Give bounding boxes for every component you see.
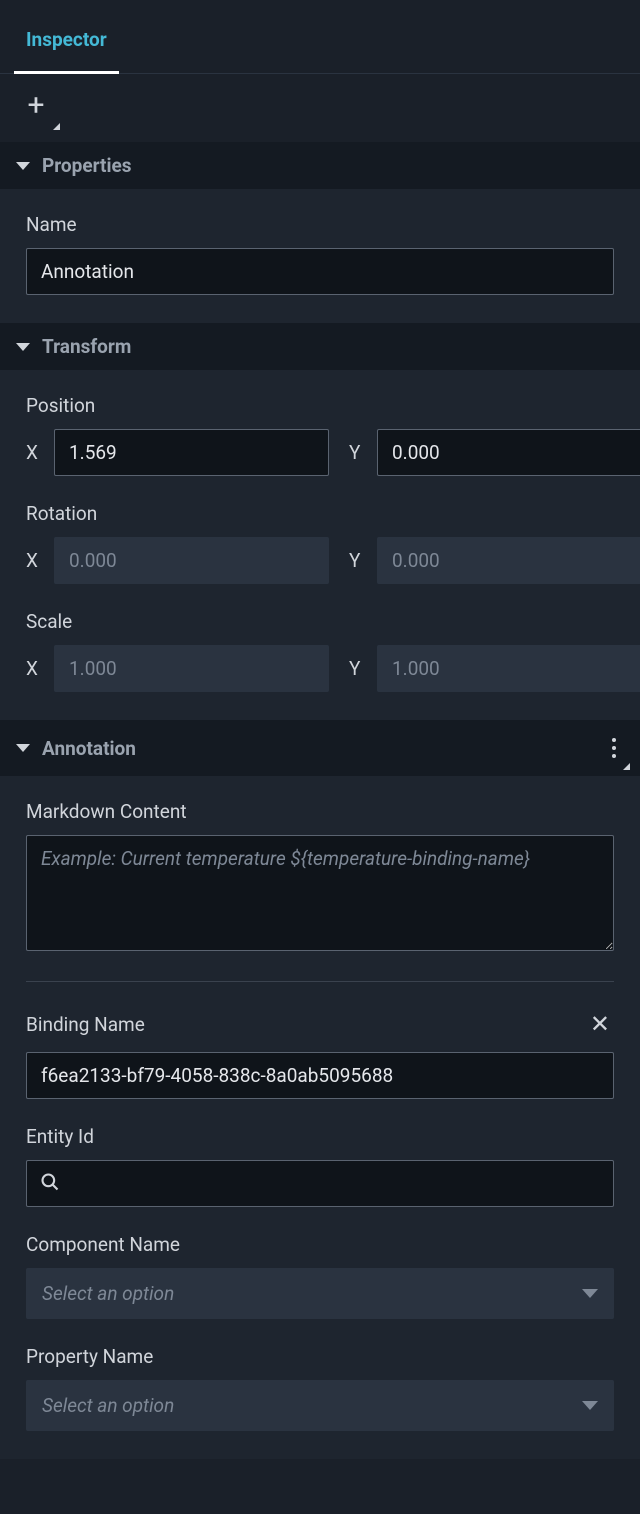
markdown-textarea[interactable]	[26, 835, 614, 951]
component-name-select[interactable]: Select an option	[26, 1268, 614, 1319]
section-title-transform: Transform	[42, 335, 131, 358]
select-placeholder: Select an option	[42, 1282, 174, 1305]
remove-binding-button[interactable]: ✕	[586, 1008, 614, 1040]
axis-y-label: Y	[349, 549, 365, 572]
entity-id-input[interactable]	[26, 1160, 614, 1207]
rotation-y-input	[377, 537, 640, 584]
name-input[interactable]	[26, 248, 614, 295]
position-y-input[interactable]	[377, 429, 640, 476]
scale-x-input	[54, 645, 329, 692]
tab-bar: Inspector	[0, 0, 640, 74]
chevron-down-icon	[582, 1289, 598, 1298]
axis-x-label: X	[26, 657, 42, 680]
axis-y-label: Y	[349, 441, 365, 464]
entity-id-search-wrap	[26, 1160, 614, 1207]
position-label: Position	[26, 394, 614, 417]
section-title-properties: Properties	[42, 154, 132, 177]
kebab-icon	[612, 754, 616, 758]
section-body-transform: Position X Y Z Rotation X Y	[0, 370, 640, 720]
component-name-label: Component Name	[26, 1233, 614, 1256]
plus-icon: +	[27, 91, 44, 121]
markdown-label: Markdown Content	[26, 800, 614, 823]
scale-y-input	[377, 645, 640, 692]
divider	[26, 981, 614, 982]
close-icon: ✕	[590, 1010, 610, 1038]
add-row: +	[0, 74, 640, 142]
rotation-x-input	[54, 537, 329, 584]
axis-x-label: X	[26, 549, 42, 572]
property-name-label: Property Name	[26, 1345, 614, 1368]
name-label: Name	[26, 213, 614, 236]
position-row: X Y Z	[26, 429, 614, 476]
caret-down-icon	[16, 162, 30, 170]
rotation-row: X Y Z	[26, 537, 614, 584]
axis-x-label: X	[26, 441, 42, 464]
binding-name-input[interactable]	[26, 1052, 614, 1099]
rotation-label: Rotation	[26, 502, 614, 525]
scale-label: Scale	[26, 610, 614, 633]
section-title-annotation: Annotation	[42, 737, 136, 760]
kebab-icon	[612, 738, 616, 742]
entity-id-label: Entity Id	[26, 1125, 614, 1148]
caret-down-icon	[16, 744, 30, 752]
caret-down-icon	[16, 343, 30, 351]
annotation-menu-button[interactable]	[604, 732, 624, 764]
section-header-annotation[interactable]: Annotation	[0, 720, 640, 776]
section-body-properties: Name	[0, 189, 640, 323]
section-body-annotation: Markdown Content Binding Name ✕ Entity I…	[0, 776, 640, 1459]
chevron-down-icon	[582, 1401, 598, 1410]
position-x-input[interactable]	[54, 429, 329, 476]
kebab-icon	[612, 746, 616, 750]
property-name-select[interactable]: Select an option	[26, 1380, 614, 1431]
binding-name-label: Binding Name	[26, 1013, 145, 1036]
add-component-button[interactable]: +	[22, 92, 50, 120]
axis-y-label: Y	[349, 657, 365, 680]
section-header-properties[interactable]: Properties	[0, 142, 640, 189]
tab-inspector[interactable]: Inspector	[0, 14, 133, 73]
select-placeholder: Select an option	[42, 1394, 174, 1417]
scale-row: X Y Z	[26, 645, 614, 692]
section-header-transform[interactable]: Transform	[0, 323, 640, 370]
